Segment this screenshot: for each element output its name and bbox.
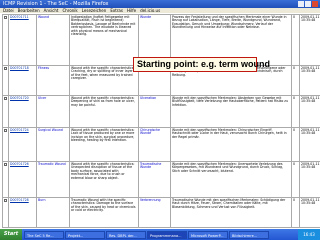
window-title: ICMP Revision 1 - The SeC - Mozilla Fire…	[3, 1, 109, 7]
term-name[interactable]: Fitness	[36, 65, 70, 96]
term-id-link[interactable]: D00701711	[8, 14, 37, 66]
term-definition-de: Traumatische Wunde mit den spezifischen …	[170, 197, 292, 228]
term-name[interactable]: Burn	[36, 197, 70, 228]
term-id-link[interactable]: D00701724	[8, 127, 37, 162]
term-id-link[interactable]: D00701718	[8, 65, 37, 96]
term-date: 2009-01-11 10:35:48	[299, 14, 320, 66]
terms-table: D00701711 Wound Indigestation (haftet Fe…	[2, 14, 320, 228]
starting-point-callout: Starting point: e.g. term wound	[133, 57, 270, 72]
term-name-de[interactable]: Chirurgische Wunde	[138, 127, 171, 162]
term-date: 2009-01-11 10:35:48	[299, 127, 320, 162]
maximize-button[interactable]	[305, 1, 311, 7]
term-date: 2009-01-11 10:35:48	[299, 161, 320, 198]
term-name[interactable]: Surgical Wound	[36, 127, 70, 162]
term-value: 0	[291, 161, 300, 198]
checkbox-icon[interactable]	[4, 16, 7, 19]
taskbar-item[interactable]: Bildschirmre...	[229, 230, 269, 239]
term-id-link[interactable]: D00701728	[8, 197, 37, 228]
term-date: 2009-01-11 10:35:48	[299, 95, 320, 128]
term-name[interactable]: Wound	[36, 14, 70, 66]
term-definition-en: Wound with the specific characteristics:…	[69, 127, 139, 162]
checkbox-icon[interactable]	[4, 67, 7, 70]
taskbar-tasks: The SeC 5 Re... Projekt... Res. DBPL der…	[24, 230, 269, 239]
taskbar-item[interactable]: Res. DBPL der...	[106, 230, 146, 239]
checkbox-icon[interactable]	[4, 129, 7, 132]
term-definition-de: Wunde mit den spezifischen Merkmalen: Ch…	[170, 127, 292, 162]
checkbox-icon[interactable]	[4, 97, 7, 100]
term-value: 0	[291, 127, 300, 162]
term-value: 0	[291, 95, 300, 128]
taskbar-item[interactable]: Microsoft PowerP...	[188, 230, 228, 239]
term-value: 0	[291, 14, 300, 66]
table-row: D00701728 Burn Traumatic Wound with the …	[2, 197, 320, 228]
term-value: 0	[291, 65, 300, 96]
term-name-de[interactable]: Traumatische Wunde	[138, 161, 171, 198]
term-name-de[interactable]: Verbrennung	[138, 197, 171, 228]
taskbar-item[interactable]: Programmmana...	[147, 230, 187, 239]
term-name[interactable]: Traumatic Wound	[36, 161, 70, 198]
term-definition-en: Wound with the specific characteristics:…	[69, 161, 139, 198]
term-definition-en: Wound with the specific characteristics:…	[69, 65, 139, 96]
system-tray-clock: 16:43	[298, 229, 320, 240]
term-definition-en: Wound with the specific characteristics:…	[69, 95, 139, 128]
minimize-button[interactable]	[298, 1, 304, 7]
term-name-de[interactable]: Ulceration	[138, 95, 171, 128]
table-row: D00701724 Surgical Wound Wound with the …	[2, 127, 320, 162]
term-name[interactable]: Ulcer	[36, 95, 70, 128]
term-definition-de: Wunde mit den spezifischen Merkmalen: Un…	[170, 161, 292, 198]
taskbar-item[interactable]: The SeC 5 Re...	[24, 230, 64, 239]
checkbox-icon[interactable]	[4, 163, 7, 166]
window-controls	[298, 1, 318, 7]
term-id-link[interactable]: D00701720	[8, 95, 37, 128]
term-definition-de: Wunde mit den spezifischen Merkmalen: Ab…	[170, 95, 292, 128]
term-value: 0	[291, 197, 300, 228]
checkbox-icon[interactable]	[4, 199, 7, 202]
term-date: 2009-01-11 10:35:48	[299, 65, 320, 96]
taskbar: Start The SeC 5 Re... Projekt... Res. DB…	[0, 229, 320, 240]
taskbar-item[interactable]: Projekt...	[65, 230, 105, 239]
term-id-link[interactable]: D00701726	[8, 161, 37, 198]
term-definition-en: Indigestation (haftet Fettgewebe mit Bie…	[69, 14, 139, 66]
table-row: D00701720 Ulcer Wound with the specific …	[2, 95, 320, 128]
window-titlebar: ICMP Revision 1 - The SeC - Mozilla Fire…	[0, 0, 320, 8]
close-button[interactable]	[312, 1, 318, 7]
term-definition-en: Traumatic Wound with the specific charac…	[69, 197, 139, 228]
start-button[interactable]: Start	[0, 229, 22, 240]
term-date: 2009-01-11 10:35:48	[299, 197, 320, 228]
table-row: D00701726 Traumatic Wound Wound with the…	[2, 161, 320, 198]
page-content: D00701711 Wound Indigestation (haftet Fe…	[0, 13, 320, 229]
